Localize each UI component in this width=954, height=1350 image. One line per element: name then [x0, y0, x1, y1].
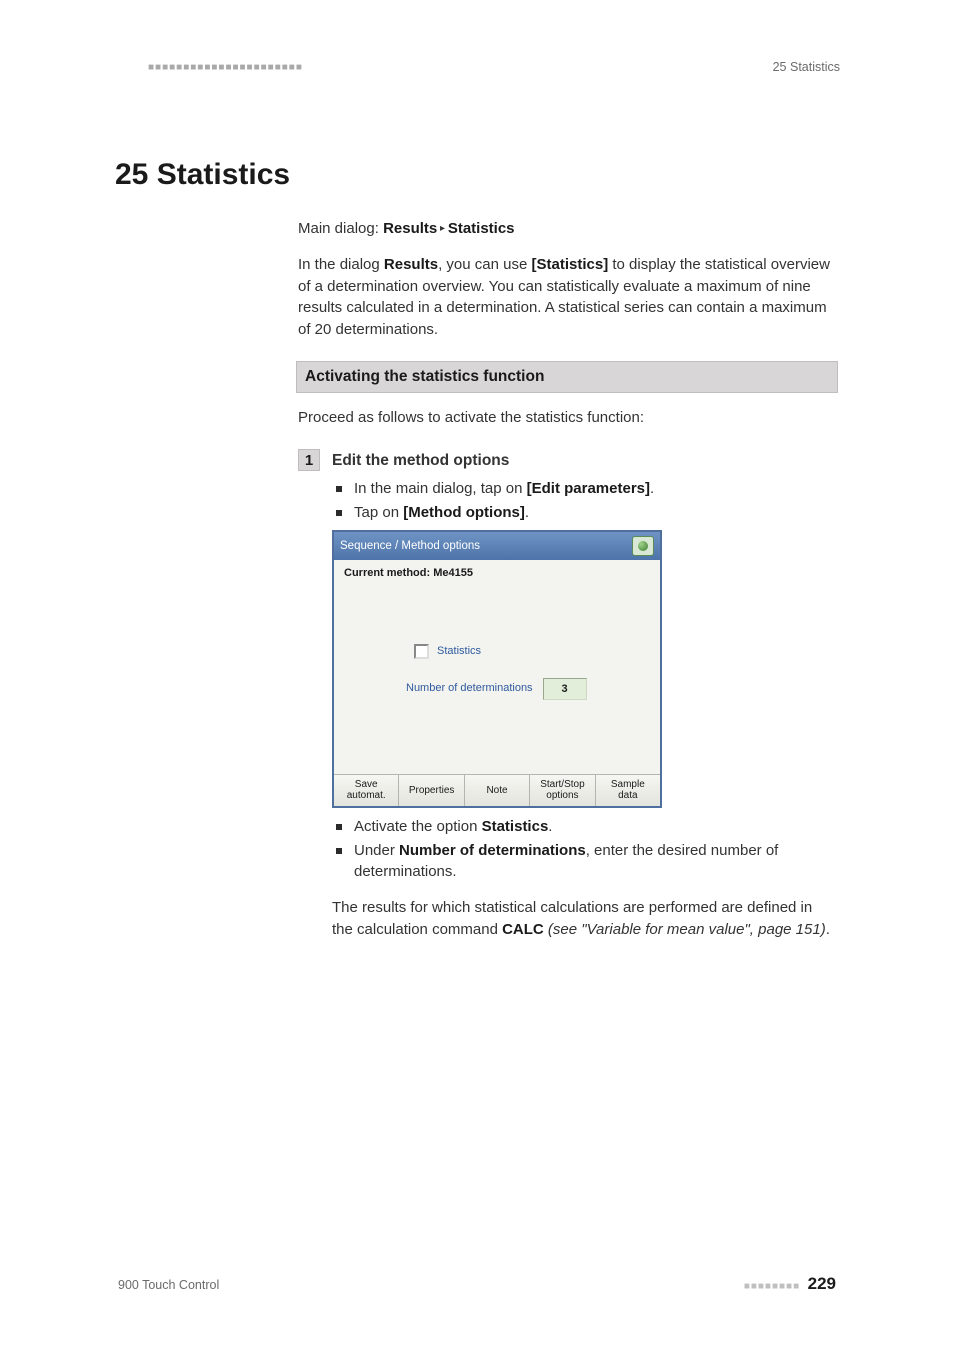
- current-method-label: Current method: Me4155: [344, 566, 650, 582]
- home-icon: [638, 541, 648, 551]
- page-number: 229: [808, 1274, 836, 1293]
- tab-note[interactable]: Note: [465, 775, 530, 806]
- statistics-checkbox[interactable]: [414, 644, 429, 659]
- screenshot-tabs: Saveautomat. Properties Note Start/Stopo…: [334, 774, 660, 806]
- pre-bullet-list: In the main dialog, tap on [Edit paramet…: [332, 478, 836, 524]
- chapter-title: 25 Statistics: [115, 158, 836, 192]
- tab-startstop-options[interactable]: Start/Stopoptions: [530, 775, 595, 806]
- num-determinations-input[interactable]: 3: [543, 678, 587, 700]
- page-header: ■■■■■■■■■■■■■■■■■■■■■■ 25 Statistics: [148, 60, 840, 74]
- dialog-path-sep: ▸: [437, 223, 448, 234]
- post-bullet-list: Activate the option Statistics. Under Nu…: [332, 816, 836, 883]
- tab-sample-data[interactable]: Sampledata: [596, 775, 660, 806]
- list-item: In the main dialog, tap on [Edit paramet…: [332, 478, 836, 500]
- result-paragraph: The results for which statistical calcul…: [332, 897, 836, 941]
- intro-paragraph: In the dialog Results, you can use [Stat…: [298, 254, 836, 341]
- step-title: Edit the method options: [332, 449, 509, 472]
- proceed-text: Proceed as follows to activate the stati…: [298, 407, 836, 429]
- list-item: Tap on [Method options].: [332, 502, 836, 524]
- dialog-path-statistics: Statistics: [448, 220, 515, 237]
- footer-product: 900 Touch Control: [118, 1278, 219, 1292]
- step-1: 1 Edit the method options In the main di…: [298, 449, 836, 941]
- dialog-path-results: Results: [383, 220, 437, 237]
- footer-decor-squares: ■■■■■■■■: [744, 1281, 800, 1292]
- num-determinations-label: Number of determinations: [406, 681, 533, 697]
- dialog-path-prefix: Main dialog:: [298, 220, 383, 237]
- statistics-label: Statistics: [437, 644, 481, 660]
- tab-properties[interactable]: Properties: [399, 775, 464, 806]
- screenshot-title: Sequence / Method options: [340, 538, 480, 555]
- header-decor-squares: ■■■■■■■■■■■■■■■■■■■■■■: [148, 62, 303, 73]
- step-number: 1: [298, 449, 320, 471]
- header-section-label: 25 Statistics: [773, 60, 840, 74]
- page-footer: 900 Touch Control ■■■■■■■■ 229: [118, 1274, 836, 1294]
- tab-save-automat[interactable]: Saveautomat.: [334, 775, 399, 806]
- list-item: Under Number of determinations, enter th…: [332, 840, 836, 884]
- home-button[interactable]: [632, 536, 654, 556]
- list-item: Activate the option Statistics.: [332, 816, 836, 838]
- screenshot-titlebar: Sequence / Method options: [334, 532, 660, 560]
- sub-heading-activating: Activating the statistics function: [296, 361, 838, 393]
- dialog-path: Main dialog: Results ▸ Statistics: [298, 218, 836, 240]
- embedded-screenshot: Sequence / Method options Current method…: [332, 530, 662, 808]
